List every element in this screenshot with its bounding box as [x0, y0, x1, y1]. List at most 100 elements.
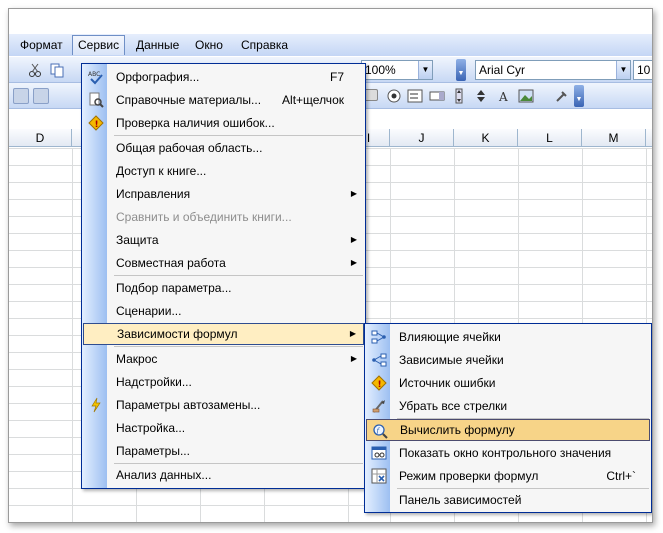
menu-item-label: Макрос	[116, 352, 158, 366]
formula-auditing-submenu: Влияющие ячейки Зависимые ячейки ! Источ…	[364, 323, 652, 513]
menu-item-label: Исправления	[116, 187, 191, 201]
menu-item-collaboration[interactable]: Совместная работа ▶	[83, 252, 364, 274]
column-header[interactable]: J	[390, 129, 454, 147]
menu-item-label: Надстройки...	[116, 375, 192, 389]
submenu-arrow-icon: ▶	[349, 329, 356, 338]
menu-data[interactable]: Данные	[131, 35, 184, 55]
form-icon[interactable]	[13, 88, 29, 104]
menu-item-customize[interactable]: Настройка...	[83, 417, 364, 439]
font-combo[interactable]: Arial Cyr ▼	[475, 60, 631, 80]
menu-item-spelling[interactable]: ABC Орфография... F7	[83, 66, 364, 88]
menu-item-formula-auditing[interactable]: Зависимости формул ▶	[83, 323, 364, 345]
menu-item-label: Панель зависимостей	[399, 493, 522, 507]
menu-item-scenarios[interactable]: Сценарии...	[83, 300, 364, 322]
formula-audit-icon	[371, 468, 387, 484]
trace-error-icon: !	[371, 375, 387, 391]
service-menu: ABC Орфография... F7 Справочные материал…	[81, 63, 366, 489]
menu-help[interactable]: Справка	[236, 35, 293, 55]
menu-item-label: Влияющие ячейки	[399, 330, 501, 344]
listbox-icon[interactable]	[407, 88, 423, 104]
label-icon[interactable]: A	[496, 88, 512, 104]
watch-window-icon	[371, 445, 387, 461]
trace-dependents-icon	[371, 352, 387, 368]
menu-item-shared-workspace[interactable]: Общая рабочая область...	[83, 137, 364, 159]
menu-separator	[114, 135, 363, 136]
menu-service[interactable]: Сервис	[72, 35, 126, 55]
column-header[interactable]: L	[518, 129, 582, 147]
menu-item-label: Доступ к книге...	[116, 164, 207, 178]
autocorrect-icon	[88, 397, 104, 413]
column-header[interactable]: D	[9, 129, 72, 147]
menu-item-label: Убрать все стрелки	[399, 399, 508, 413]
svg-text:A: A	[498, 90, 508, 104]
menu-item-protection[interactable]: Защита ▶	[83, 229, 364, 251]
properties-icon[interactable]	[554, 88, 570, 104]
column-header[interactable]: M	[582, 129, 646, 147]
trace-precedents-icon	[371, 329, 387, 345]
zoom-combo[interactable]: 100% ▼	[361, 60, 433, 80]
svg-text:ABC: ABC	[88, 71, 100, 78]
cut-icon[interactable]	[27, 62, 43, 78]
toolbar-options-icon[interactable]: ▼	[574, 85, 584, 107]
column-header[interactable]: K	[454, 129, 518, 147]
menu-item-formula-audit-mode[interactable]: Режим проверки формул Ctrl+`	[366, 465, 650, 487]
svg-text:!: !	[95, 120, 99, 130]
chevron-down-icon[interactable]: ▼	[616, 61, 630, 79]
menu-item-data-analysis[interactable]: Анализ данных...	[83, 464, 364, 486]
evaluate-formula-icon: f	[372, 423, 388, 439]
menu-item-label: Сценарии...	[116, 304, 182, 318]
menu-item-trace-precedents[interactable]: Влияющие ячейки	[366, 326, 650, 348]
menu-item-label: Показать окно контрольного значения	[399, 446, 612, 460]
menu-separator	[114, 346, 363, 347]
menu-item-error-check[interactable]: ! Проверка наличия ошибок...	[83, 112, 364, 134]
menu-item-track-changes[interactable]: Исправления ▶	[83, 183, 364, 205]
zoom-value: 100%	[365, 63, 396, 77]
menu-item-macro[interactable]: Макрос ▶	[83, 348, 364, 370]
menu-item-label: Настройка...	[116, 421, 186, 435]
submenu-arrow-icon: ▶	[350, 354, 357, 363]
font-size-value: 10	[637, 63, 651, 77]
menu-item-label: Анализ данных...	[116, 468, 212, 482]
submenu-arrow-icon: ▶	[350, 189, 357, 198]
chevron-down-icon[interactable]: ▼	[418, 61, 432, 79]
spellcheck-icon: ABC	[88, 69, 104, 85]
menu-item-remove-arrows[interactable]: Убрать все стрелки	[366, 395, 650, 417]
menu-item-research[interactable]: Справочные материалы... Alt+щелчок	[83, 89, 364, 111]
excel-window: Формат Сервис Данные Окно Справка 100% ▼…	[8, 8, 653, 523]
research-icon	[88, 92, 104, 108]
menu-item-addins[interactable]: Надстройки...	[83, 371, 364, 393]
menu-item-label: Общая рабочая область...	[116, 141, 263, 155]
menu-item-evaluate-formula[interactable]: f Вычислить формулу	[366, 419, 650, 441]
menu-window[interactable]: Окно	[190, 35, 228, 55]
menu-item-label: Сравнить и объединить книги...	[116, 210, 292, 224]
menu-item-label: Подбор параметра...	[116, 281, 232, 295]
combobox-icon[interactable]	[429, 88, 445, 104]
font-name: Arial Cyr	[479, 63, 526, 77]
spinner-icon[interactable]	[473, 88, 489, 104]
scrollbar-icon[interactable]	[451, 88, 467, 104]
menu-item-label: Проверка наличия ошибок...	[116, 116, 275, 130]
submenu-arrow-icon: ▶	[350, 258, 357, 267]
menu-item-autocorrect[interactable]: Параметры автозамены...	[83, 394, 364, 416]
menu-item-label: Зависимые ячейки	[399, 353, 504, 367]
shortcut-label: F7	[329, 70, 344, 84]
menu-item-share-workbook[interactable]: Доступ к книге...	[83, 160, 364, 182]
menu-item-auditing-toolbar[interactable]: Панель зависимостей	[366, 489, 650, 511]
menu-item-label: Защита	[116, 233, 159, 247]
image-icon[interactable]	[518, 88, 534, 104]
option-button-icon[interactable]	[386, 88, 402, 104]
menu-item-label: Параметры...	[116, 444, 190, 458]
menu-item-label: Режим проверки формул	[399, 469, 539, 483]
menu-item-options[interactable]: Параметры...	[83, 440, 364, 462]
menu-item-trace-dependents[interactable]: Зависимые ячейки	[366, 349, 650, 371]
menu-item-trace-error[interactable]: ! Источник ошибки	[366, 372, 650, 394]
toolbar-options-icon[interactable]: ▼	[456, 59, 466, 81]
form-icon[interactable]	[33, 88, 49, 104]
menu-item-compare-merge: Сравнить и объединить книги...	[83, 206, 364, 228]
menu-format[interactable]: Формат	[15, 35, 68, 55]
menu-item-goal-seek[interactable]: Подбор параметра...	[83, 277, 364, 299]
font-size-combo[interactable]: 10	[633, 60, 652, 80]
button-control-icon[interactable]	[364, 89, 378, 101]
menu-item-watch-window[interactable]: Показать окно контрольного значения	[366, 442, 650, 464]
copy-icon[interactable]	[49, 62, 65, 78]
